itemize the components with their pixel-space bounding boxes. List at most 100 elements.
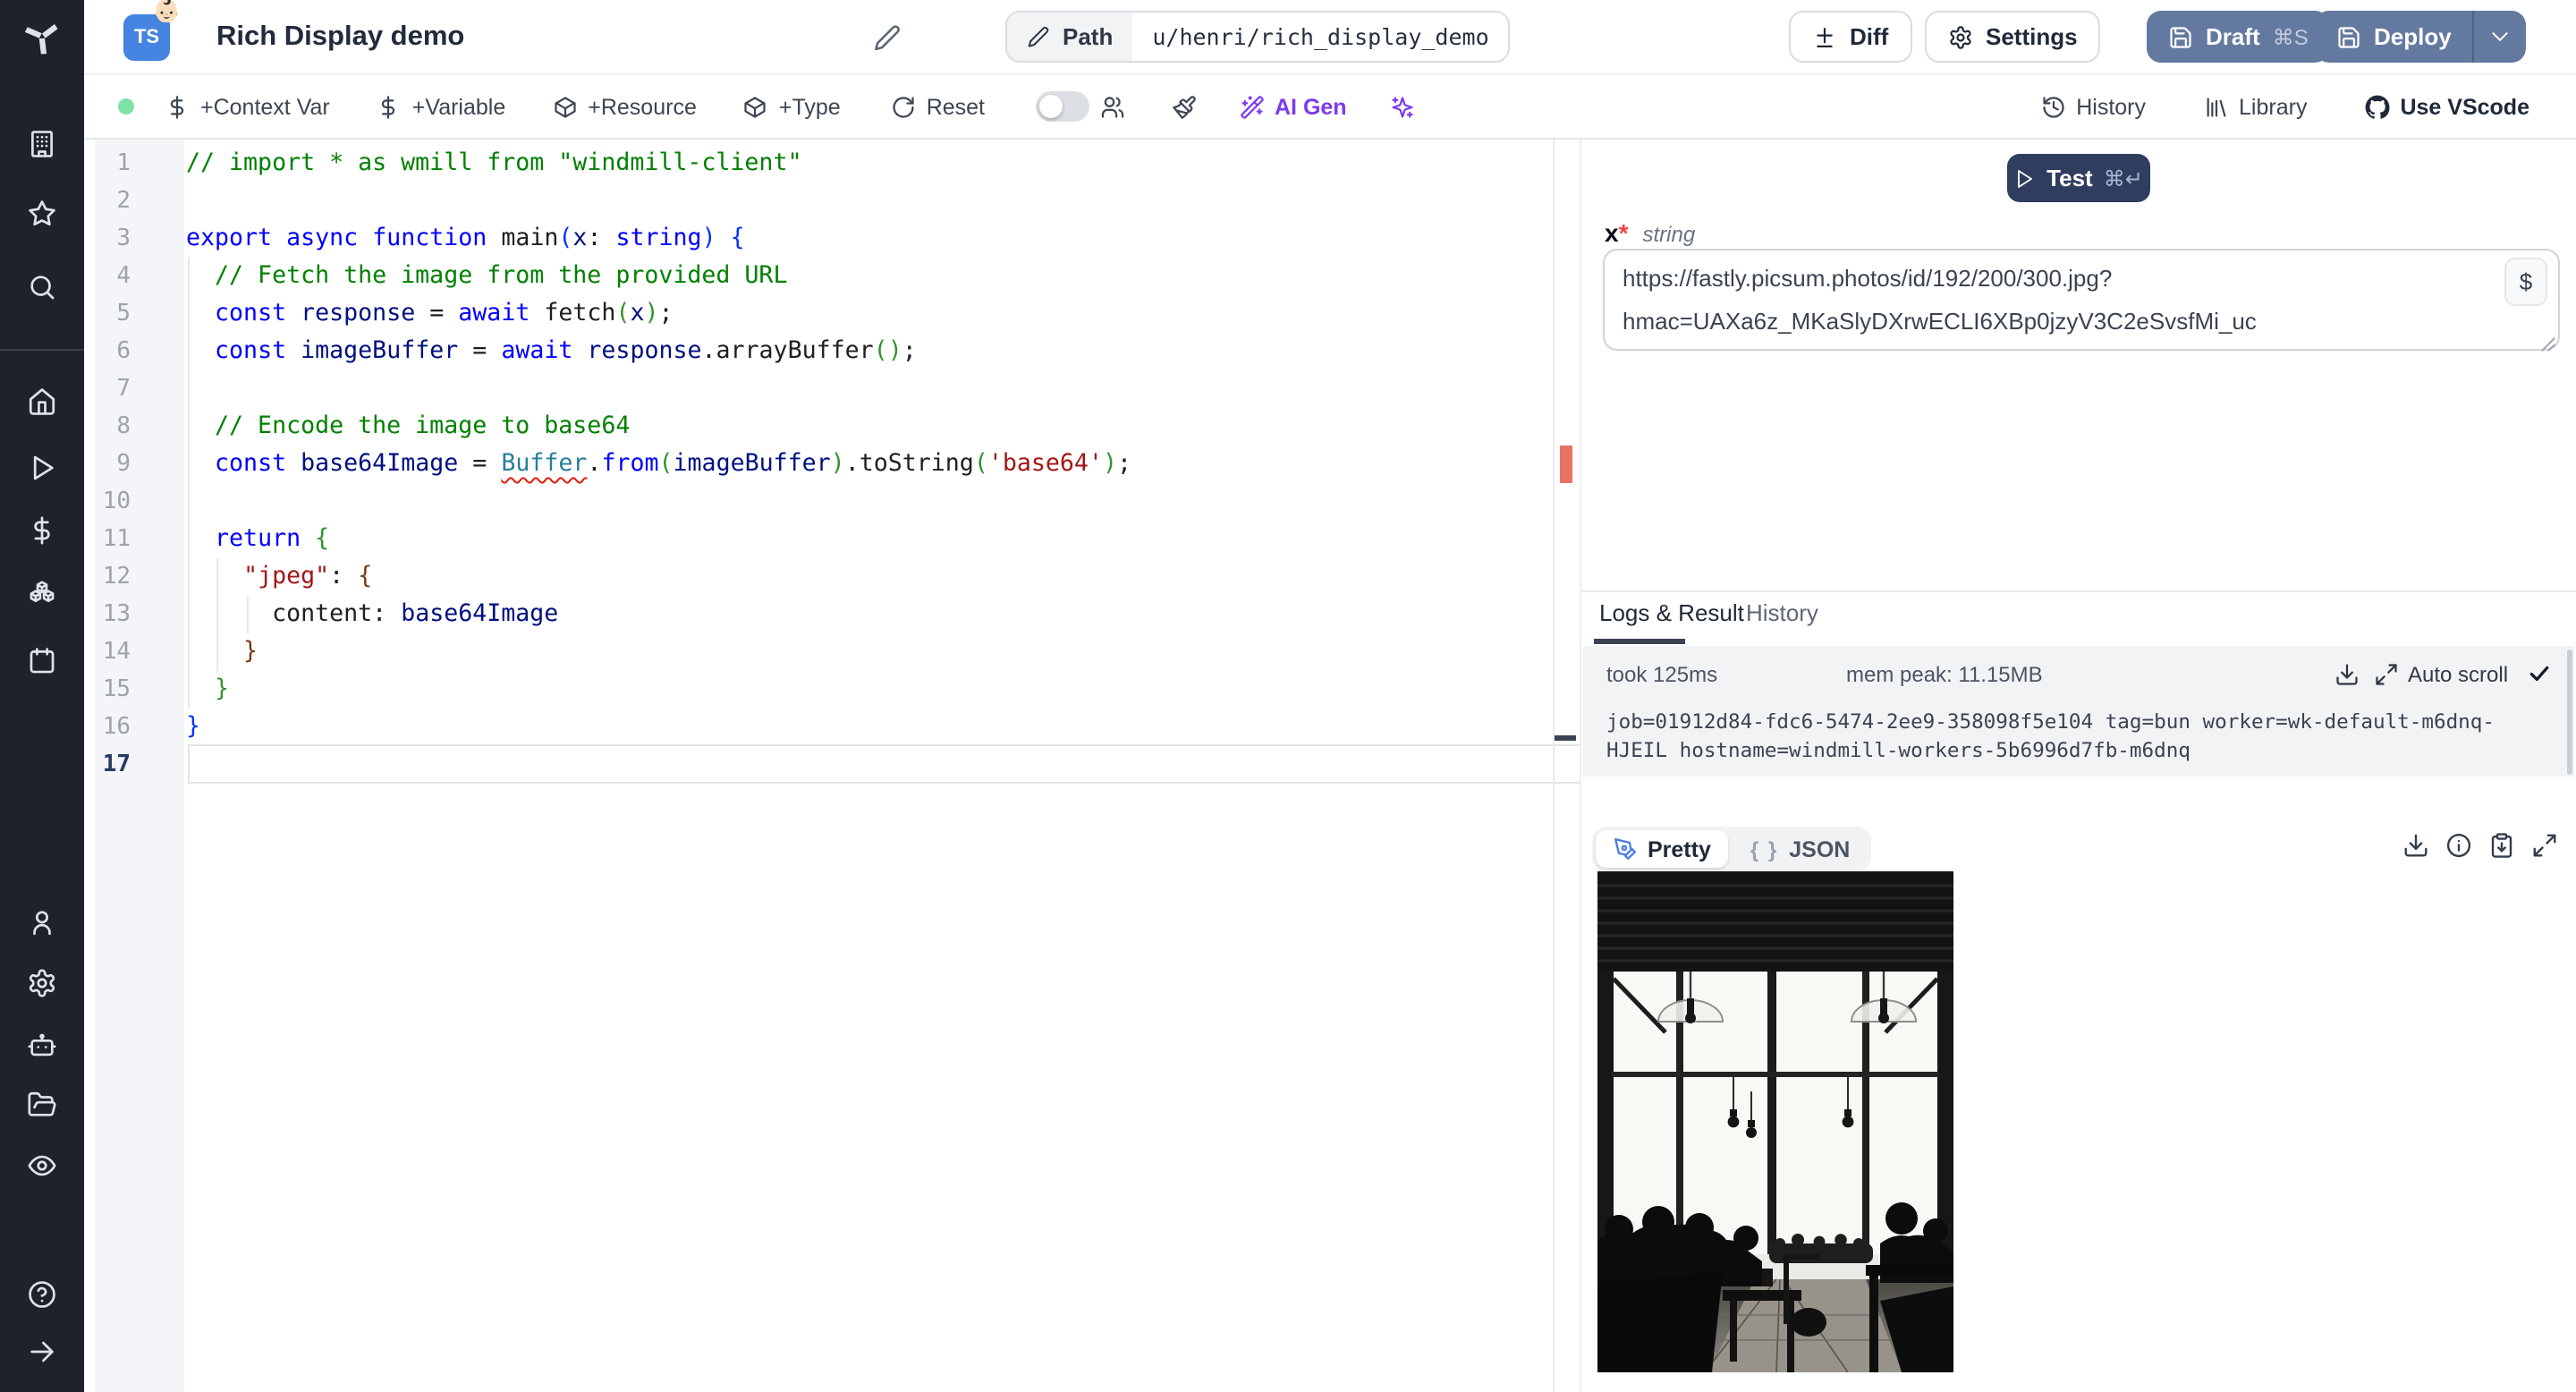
sidebar-item-calendar[interactable]: [0, 646, 84, 676]
line-number: 5: [116, 301, 131, 327]
code-line[interactable]: 3 export async function main(x: string) {: [84, 220, 1580, 258]
test-shortcut: ⌘↵: [2103, 166, 2143, 191]
code-text: content: base64Image: [186, 601, 559, 628]
sidebar-item-gear[interactable]: [0, 968, 84, 998]
code-line[interactable]: 2: [84, 182, 1580, 220]
argument-label: x* string: [1605, 218, 1696, 247]
magic-wand-icon: [1239, 94, 1264, 119]
history-clock-icon: [2040, 94, 2065, 119]
edit-description-icon[interactable]: [873, 23, 902, 52]
line-number: 8: [116, 413, 131, 440]
line-number: 13: [102, 601, 131, 628]
add-variable-button[interactable]: +Variable: [377, 94, 505, 119]
insert-variable-button[interactable]: $: [2504, 258, 2547, 306]
download-result-icon[interactable]: [2402, 832, 2429, 859]
users-icon[interactable]: [1099, 94, 1124, 119]
code-line[interactable]: 10: [84, 483, 1580, 521]
sidebar-item-home[interactable]: [0, 386, 84, 417]
sidebar-item-search[interactable]: [0, 272, 84, 302]
code-line[interactable]: 7: [84, 370, 1580, 408]
sidebar-item-eye[interactable]: [0, 1150, 84, 1181]
sidebar-item-building[interactable]: [0, 129, 84, 159]
scrollbar-thumb[interactable]: [2567, 649, 2572, 775]
sidebar-item-bot[interactable]: [0, 1031, 84, 1061]
sidebar-item-folder-open[interactable]: [0, 1090, 84, 1120]
package-icon: [743, 94, 768, 119]
code-line[interactable]: 8 // Encode the image to base64: [84, 408, 1580, 446]
path-button[interactable]: Path u/henri/rich_display_demo: [1005, 11, 1511, 63]
path-value: u/henri/rich_display_demo: [1152, 23, 1489, 50]
expand-result-icon[interactable]: [2531, 832, 2558, 859]
reset-button[interactable]: Reset: [891, 94, 985, 119]
code-line[interactable]: 12 "jpeg": {: [84, 558, 1580, 596]
settings-button[interactable]: Settings: [1925, 11, 2101, 63]
code-line[interactable]: 5 const response = await fetch(x);: [84, 295, 1580, 333]
check-icon: [2528, 662, 2551, 685]
left-sidebar: [0, 0, 84, 1392]
code-text: }: [186, 676, 230, 703]
line-number: 17: [102, 751, 131, 778]
overview-ruler-error-marker: [1560, 446, 1572, 483]
braces-icon: { }: [1750, 836, 1779, 862]
play-icon: [2014, 167, 2036, 189]
ai-gen-button[interactable]: AI Gen: [1239, 94, 1347, 119]
code-line[interactable]: 4 // Fetch the image from the provided U…: [84, 258, 1580, 295]
draft-button[interactable]: Draft ⌘S: [2147, 11, 2330, 63]
library-button[interactable]: Library: [2203, 94, 2307, 119]
sidebar-item-help[interactable]: [0, 1279, 84, 1310]
indent-guide: [188, 258, 190, 709]
textarea-resize-handle[interactable]: [2540, 329, 2556, 352]
code-text: // Fetch the image from the provided URL: [186, 263, 788, 290]
mem-peak-text: mem peak: 11.15MB: [1846, 662, 2043, 687]
code-line[interactable]: 13 content: base64Image: [84, 596, 1580, 633]
sidebar-item-dollar[interactable]: [0, 515, 84, 546]
tab-logs-result[interactable]: Logs & Result: [1599, 599, 1744, 626]
code-editor[interactable]: 1 // import * as wmill from "windmill-cli…: [84, 140, 1580, 1392]
diff-button[interactable]: Diff: [1789, 11, 1912, 63]
format-brush-icon[interactable]: [1171, 94, 1196, 119]
code-line[interactable]: 16}: [84, 709, 1580, 746]
logs-panel: took 125ms mem peak: 11.15MB Auto scroll…: [1583, 646, 2574, 777]
sidebar-item-play[interactable]: [0, 453, 84, 483]
code-line[interactable]: 6 const imageBuffer = await response.arr…: [84, 333, 1580, 370]
sparkles-icon[interactable]: [1390, 94, 1415, 119]
duration-text: took 125ms: [1606, 662, 1718, 687]
line-number: 14: [102, 639, 131, 666]
overview-ruler-cursor-marker: [1555, 735, 1576, 741]
line-number: 15: [102, 676, 131, 703]
add-context-var-button[interactable]: +Context Var: [165, 94, 330, 119]
code-line[interactable]: 9 const base64Image = Buffer.from(imageB…: [84, 446, 1580, 483]
status-dot: [118, 98, 134, 115]
argument-value-line: hmac=UAXa6z_MKaSlyDXrwECLI6XBp0jzyV3C2eS…: [1623, 308, 2257, 335]
tab-history[interactable]: History: [1746, 599, 1818, 626]
code-line[interactable]: 1 // import * as wmill from "windmill-cli…: [84, 145, 1580, 182]
expand-logs-icon[interactable]: [2374, 662, 2399, 687]
sidebar-item-star[interactable]: [0, 199, 84, 229]
use-vscode-button[interactable]: Use VScode: [2364, 94, 2529, 119]
sidebar-item-arrow-right[interactable]: [0, 1337, 84, 1367]
assistant-toggle[interactable]: [1035, 91, 1089, 122]
deploy-button[interactable]: Deploy: [2315, 11, 2527, 63]
copy-result-icon[interactable]: [2488, 832, 2515, 859]
test-button[interactable]: Test ⌘↵: [2007, 154, 2150, 202]
argument-input[interactable]: https://fastly.picsum.photos/id/192/200/…: [1603, 249, 2560, 351]
code-line[interactable]: 15 }: [84, 671, 1580, 709]
add-resource-button[interactable]: +Resource: [552, 94, 697, 119]
deploy-dropdown[interactable]: [2472, 11, 2527, 63]
code-line[interactable]: 11 return {: [84, 521, 1580, 558]
code-line[interactable]: 14 }: [84, 633, 1580, 671]
info-icon[interactable]: [2445, 832, 2472, 859]
sidebar-item-windmill-logo[interactable]: [0, 18, 84, 55]
code-text: const base64Image = Buffer.from(imageBuf…: [215, 451, 1131, 478]
script-emoji: 👶🏻: [152, 0, 182, 23]
sidebar-item-user[interactable]: [0, 907, 84, 938]
code-text: }: [186, 639, 258, 666]
download-logs-icon[interactable]: [2334, 662, 2360, 687]
history-button[interactable]: History: [2040, 94, 2146, 119]
pretty-tab[interactable]: Pretty: [1596, 830, 1729, 868]
active-tab-underline: [1594, 639, 1685, 644]
add-type-button[interactable]: +Type: [743, 94, 841, 119]
json-tab[interactable]: { } JSON: [1733, 830, 1868, 868]
autoscroll-label[interactable]: Auto scroll: [2408, 662, 2508, 687]
sidebar-item-boxes[interactable]: [0, 580, 84, 610]
